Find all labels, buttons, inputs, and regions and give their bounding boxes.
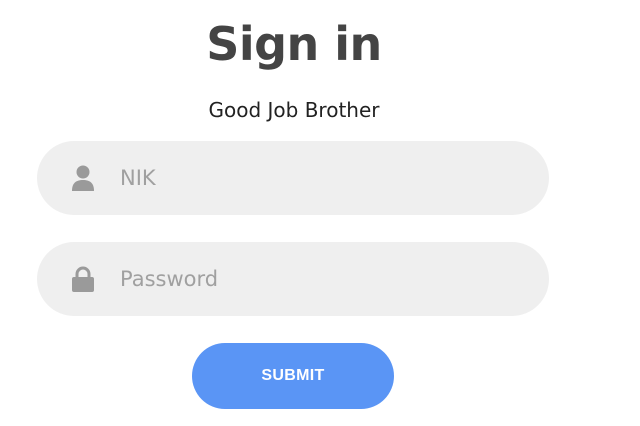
page-title: Sign in (206, 17, 382, 71)
user-icon (70, 163, 96, 193)
nik-input[interactable] (120, 158, 500, 198)
sign-in-page: Sign in Good Job Brother SUBMIT (0, 0, 640, 426)
password-input[interactable] (120, 259, 500, 299)
page-subtitle: Good Job Brother (208, 98, 380, 122)
password-field[interactable] (37, 242, 549, 316)
lock-icon (70, 264, 96, 294)
nik-field[interactable] (37, 141, 549, 215)
submit-button[interactable]: SUBMIT (192, 343, 394, 409)
